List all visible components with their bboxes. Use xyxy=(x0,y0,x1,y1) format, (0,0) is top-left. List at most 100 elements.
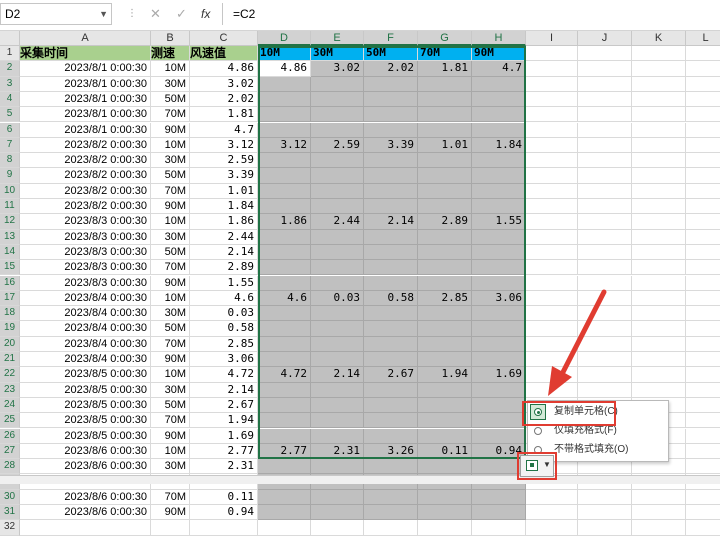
cell[interactable] xyxy=(686,107,720,123)
cell[interactable] xyxy=(632,76,686,92)
height-cell[interactable]: 70M xyxy=(151,183,190,199)
pivot-cell-d[interactable] xyxy=(258,260,311,276)
cell[interactable] xyxy=(686,337,720,352)
cell[interactable] xyxy=(686,459,720,475)
speed-cell[interactable]: 0.11 xyxy=(190,489,258,505)
cell[interactable] xyxy=(190,520,258,536)
speed-cell[interactable]: 2.85 xyxy=(190,336,258,352)
pivot-cell-f[interactable] xyxy=(364,122,418,138)
row-header[interactable]: 27 xyxy=(0,443,20,460)
cell[interactable] xyxy=(632,367,686,383)
header-cell-g[interactable]: 70M xyxy=(418,46,472,62)
speed-cell[interactable]: 3.06 xyxy=(190,352,258,368)
row-header[interactable]: 22 xyxy=(0,367,20,383)
pivot-cell-g[interactable] xyxy=(418,275,472,291)
pivot-cell-e[interactable] xyxy=(311,122,364,138)
time-cell[interactable]: 2023/8/4 0:00:30 xyxy=(20,321,151,337)
height-cell[interactable]: 10M xyxy=(151,137,190,154)
cell[interactable] xyxy=(632,183,686,199)
cell[interactable] xyxy=(526,46,578,62)
cell[interactable] xyxy=(526,367,578,383)
pivot-cell-h[interactable] xyxy=(472,153,526,169)
time-cell[interactable]: 2023/8/4 0:00:30 xyxy=(20,352,151,368)
pivot-cell-e[interactable] xyxy=(311,397,364,414)
time-cell[interactable]: 2023/8/2 0:00:30 xyxy=(20,199,151,215)
pivot-cell-d[interactable] xyxy=(258,199,311,215)
pivot-cell-f[interactable] xyxy=(364,306,418,322)
cell[interactable] xyxy=(578,61,632,77)
pivot-cell-g[interactable] xyxy=(418,306,472,322)
pivot-cell-g[interactable] xyxy=(418,76,472,92)
speed-cell[interactable]: 1.86 xyxy=(190,214,258,230)
height-cell[interactable]: 10M xyxy=(151,443,190,460)
pivot-cell-e[interactable] xyxy=(311,275,364,291)
pivot-cell-e[interactable] xyxy=(311,168,364,184)
cell[interactable] xyxy=(632,352,686,368)
cell[interactable] xyxy=(578,290,632,307)
cell[interactable] xyxy=(686,77,720,92)
pivot-cell-f[interactable] xyxy=(364,336,418,352)
cell[interactable] xyxy=(578,382,632,398)
cell[interactable] xyxy=(364,520,418,536)
pivot-cell-f[interactable]: 2.67 xyxy=(364,367,418,383)
row-header[interactable]: 10 xyxy=(0,183,20,199)
cell[interactable] xyxy=(578,153,632,169)
time-cell[interactable]: 2023/8/3 0:00:30 xyxy=(20,275,151,291)
cell[interactable] xyxy=(578,122,632,138)
pivot-cell-e[interactable] xyxy=(311,336,364,352)
pivot-cell-f[interactable] xyxy=(364,428,418,444)
column-header-j[interactable]: J xyxy=(578,31,632,46)
pivot-cell-e[interactable]: 3.02 xyxy=(311,61,364,77)
pivot-cell-f[interactable] xyxy=(364,260,418,276)
cell[interactable] xyxy=(686,230,720,245)
cell[interactable] xyxy=(578,183,632,199)
pivot-cell-h[interactable]: 4.7 xyxy=(472,61,526,77)
cell[interactable] xyxy=(311,520,364,536)
pivot-cell-f[interactable] xyxy=(364,107,418,123)
speed-cell[interactable]: 0.94 xyxy=(190,505,258,521)
header-cell-f[interactable]: 50M xyxy=(364,46,418,62)
pivot-cell-h[interactable] xyxy=(472,229,526,245)
pivot-cell-g[interactable] xyxy=(418,336,472,352)
cell[interactable] xyxy=(632,260,686,276)
pivot-cell-e[interactable] xyxy=(311,321,364,337)
cell[interactable] xyxy=(686,61,720,77)
pivot-cell-h[interactable] xyxy=(472,382,526,398)
cell[interactable] xyxy=(632,306,686,322)
cell[interactable] xyxy=(526,290,578,307)
row-header[interactable]: 17 xyxy=(0,290,20,307)
speed-cell[interactable]: 1.94 xyxy=(190,413,258,429)
pivot-cell-f[interactable] xyxy=(364,275,418,291)
cell[interactable] xyxy=(258,520,311,536)
pivot-cell-g[interactable] xyxy=(418,153,472,169)
cell[interactable] xyxy=(526,505,578,521)
cell[interactable] xyxy=(578,229,632,245)
cell[interactable] xyxy=(632,107,686,123)
pivot-cell-d[interactable] xyxy=(258,91,311,108)
pivot-cell-h[interactable] xyxy=(472,76,526,92)
cell[interactable] xyxy=(526,306,578,322)
row-header[interactable]: 7 xyxy=(0,137,20,154)
cell[interactable] xyxy=(632,229,686,245)
cell[interactable] xyxy=(578,489,632,505)
cancel-icon[interactable]: ✕ xyxy=(150,6,161,22)
cell[interactable] xyxy=(686,276,720,291)
cell[interactable] xyxy=(632,336,686,352)
insert-function-icon[interactable]: fx xyxy=(201,7,210,21)
pivot-cell-g[interactable]: 1.94 xyxy=(418,367,472,383)
time-cell[interactable]: 2023/8/1 0:00:30 xyxy=(20,61,151,77)
cell[interactable] xyxy=(632,214,686,230)
height-cell[interactable]: 70M xyxy=(151,489,190,505)
header-cell-c[interactable]: 风速值 xyxy=(190,46,258,62)
time-cell[interactable]: 2023/8/2 0:00:30 xyxy=(20,168,151,184)
header-cell-h[interactable]: 90M xyxy=(472,46,526,62)
header-cell-e[interactable]: 30M xyxy=(311,46,364,62)
speed-cell[interactable]: 2.31 xyxy=(190,459,258,475)
cell[interactable] xyxy=(632,199,686,215)
cell[interactable] xyxy=(686,138,720,154)
pivot-cell-d[interactable] xyxy=(258,459,311,475)
pivot-cell-d[interactable] xyxy=(258,321,311,337)
pivot-cell-g[interactable] xyxy=(418,91,472,108)
pivot-cell-d[interactable] xyxy=(258,168,311,184)
column-header-f[interactable]: F xyxy=(364,31,418,46)
